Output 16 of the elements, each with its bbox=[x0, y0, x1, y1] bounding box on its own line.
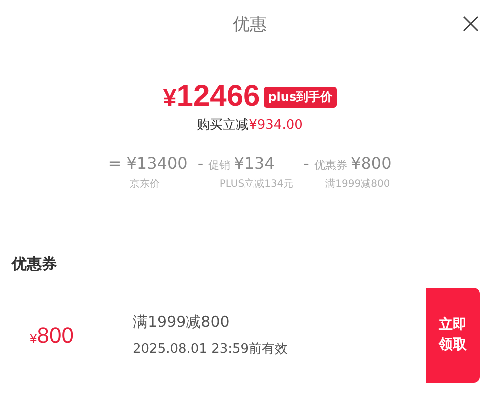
coupon-condition: 满1999减800 bbox=[133, 313, 231, 332]
coupon-validity: 2025.08.01 23:59前有效 bbox=[133, 341, 290, 358]
price-note: 满1999减800 bbox=[326, 178, 390, 191]
claim-button[interactable]: 立即 领取 bbox=[426, 288, 480, 383]
price-note: 京东价 bbox=[130, 178, 160, 191]
close-icon[interactable] bbox=[463, 16, 479, 32]
price-note: PLUS立减134元 bbox=[220, 178, 294, 191]
coupon-amount: ¥800 bbox=[30, 322, 75, 348]
dialog-title: 优惠 bbox=[233, 14, 267, 36]
section-title: 优惠券 bbox=[12, 255, 58, 274]
price-badge: plus到手价 bbox=[264, 86, 337, 108]
price-component: = ¥13400 bbox=[108, 154, 188, 173]
saving-text: 购买立减¥934.00 bbox=[196, 117, 304, 134]
price-component: - 优惠券 ¥800 bbox=[304, 154, 392, 173]
price-component: - 促销 ¥134 bbox=[198, 154, 275, 173]
final-price: ¥12466 bbox=[163, 80, 260, 114]
